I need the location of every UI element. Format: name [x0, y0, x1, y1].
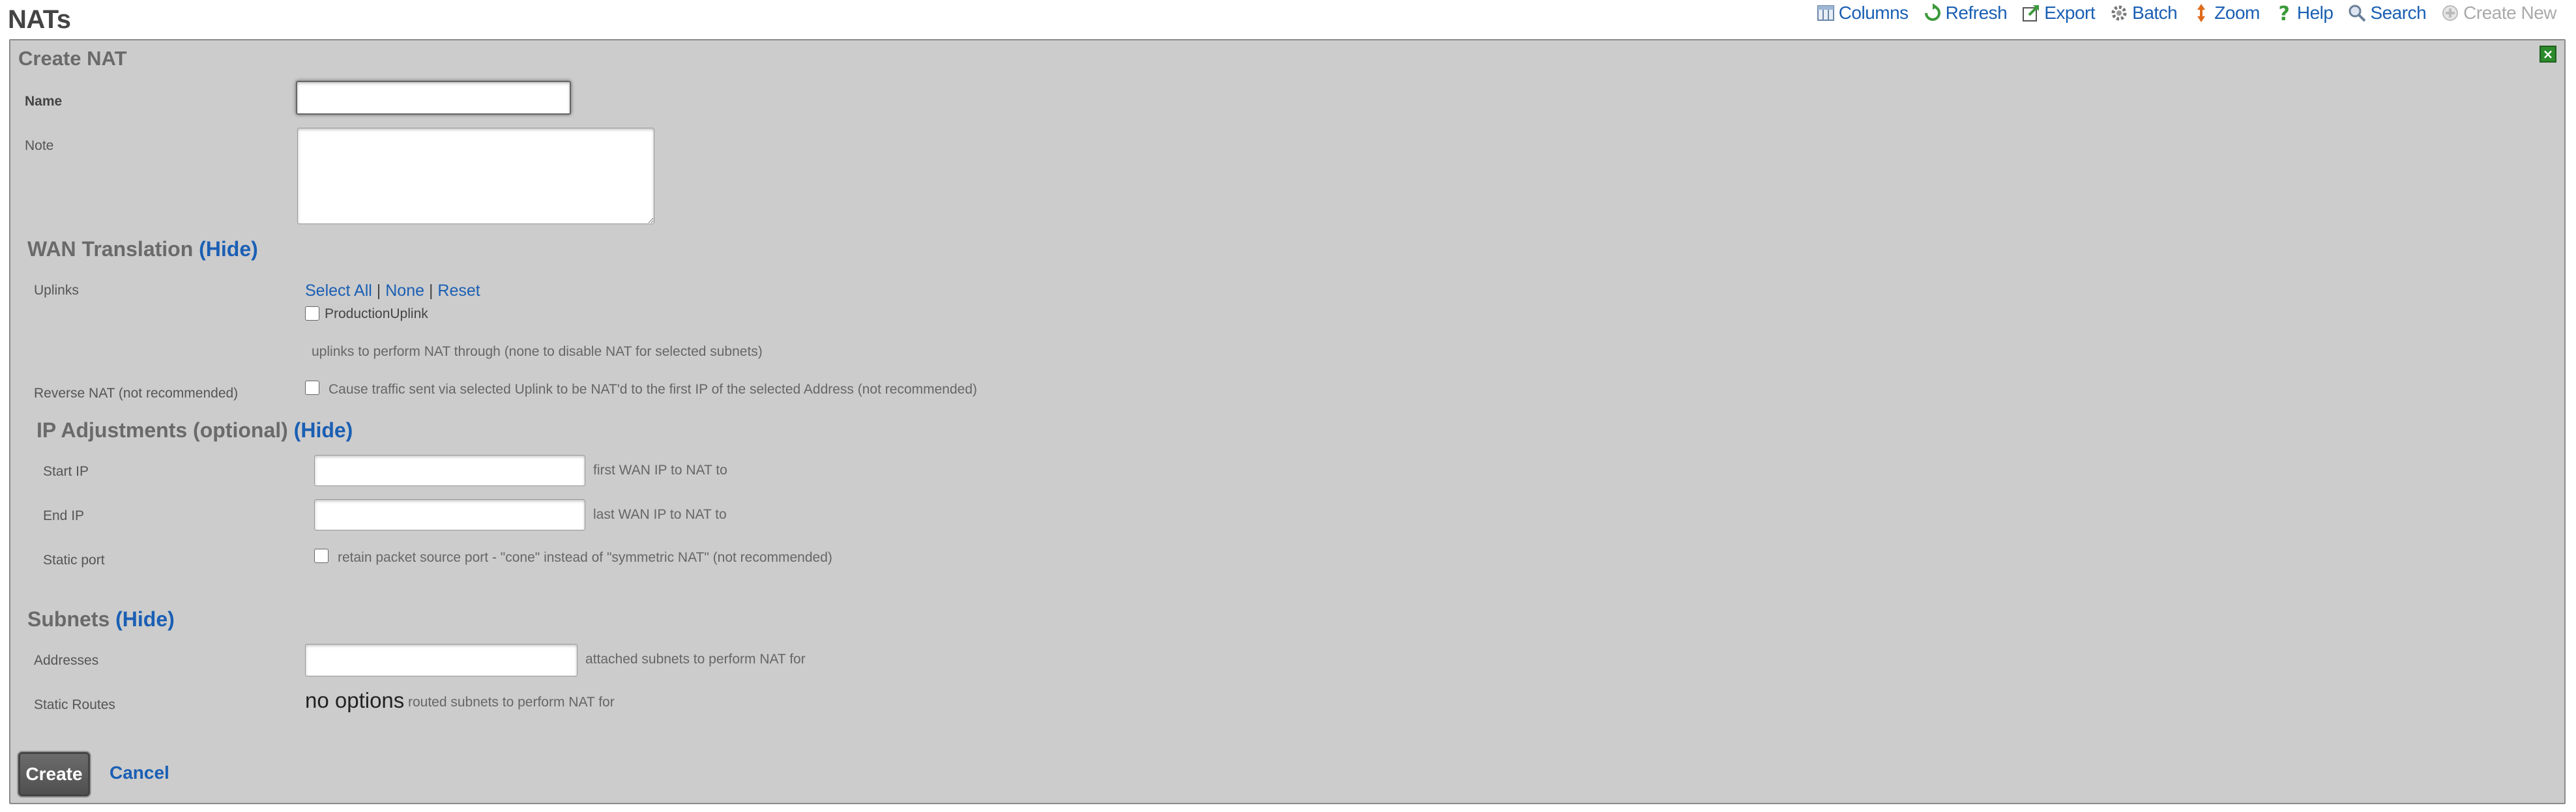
cancel-link[interactable]: Cancel — [110, 762, 169, 783]
name-input[interactable] — [296, 81, 571, 115]
uplinks-selection-links: Select All | None | Reset — [305, 282, 480, 300]
static-routes-label: Static Routes — [34, 697, 115, 712]
export-label: Export — [2044, 3, 2096, 23]
create-nat-panel: Create NAT × Name Note WAN Translation (… — [9, 39, 2566, 804]
batch-label: Batch — [2132, 3, 2178, 23]
subnets-title: Subnets — [27, 607, 110, 631]
zoom-label: Zoom — [2214, 3, 2260, 23]
columns-label: Columns — [1838, 3, 1909, 23]
wan-translation-title: WAN Translation — [27, 237, 194, 261]
static-routes-value: no options — [305, 688, 405, 712]
create-new-button[interactable]: Create New — [2440, 3, 2556, 23]
reverse-nat-label: Reverse NAT (not recommended) — [34, 386, 239, 401]
static-routes-hint: routed subnets to perform NAT for — [408, 695, 615, 710]
refresh-icon — [1924, 3, 1940, 21]
svg-text:?: ? — [2278, 3, 2289, 23]
static-port-hint: retain packet source port - "cone" inste… — [338, 550, 832, 565]
refresh-button[interactable]: Refresh — [1923, 3, 2008, 23]
ip-hide-link[interactable]: (Hide) — [294, 418, 353, 442]
panel-title: Create NAT — [18, 47, 127, 70]
help-icon: ? — [2278, 3, 2289, 23]
search-button[interactable]: Search — [2347, 3, 2427, 23]
ip-adjustments-title: IP Adjustments (optional) — [37, 418, 288, 442]
reset-link[interactable]: Reset — [437, 282, 480, 300]
create-button-label: Create — [25, 764, 83, 784]
wan-hide-link[interactable]: (Hide) — [199, 237, 258, 261]
addresses-input[interactable] — [305, 644, 578, 676]
columns-button[interactable]: Columns — [1816, 3, 1909, 23]
zoom-icon — [2197, 4, 2206, 22]
static-port-label: Static port — [43, 553, 105, 568]
static-port-checkbox[interactable] — [314, 549, 329, 563]
uplinks-hint: uplinks to perform NAT through (none to … — [312, 344, 763, 359]
help-label: Help — [2296, 3, 2334, 23]
subnets-heading: Subnets (Hide) — [27, 607, 175, 631]
uplinks-label: Uplinks — [34, 283, 79, 298]
toolbar: Columns Refresh Export Batch Zoom ? Help… — [1816, 3, 2556, 23]
select-none-link[interactable]: None — [385, 282, 424, 300]
note-label: Note — [25, 138, 54, 153]
search-label: Search — [2370, 3, 2427, 23]
production-uplink-checkbox[interactable] — [305, 306, 319, 321]
start-ip-hint: first WAN IP to NAT to — [593, 463, 727, 478]
reverse-nat-hint: Cause traffic sent via selected Uplink t… — [329, 382, 978, 397]
reverse-nat-checkbox[interactable] — [305, 381, 319, 395]
export-icon — [2023, 5, 2040, 22]
start-ip-label: Start IP — [43, 464, 89, 479]
end-ip-input[interactable] — [314, 499, 585, 530]
page-title: NATs — [8, 5, 71, 34]
addresses-label: Addresses — [34, 653, 99, 668]
link-separator: | — [376, 282, 381, 300]
addresses-hint: attached subnets to perform NAT for — [585, 652, 806, 667]
create-new-label: Create New — [2463, 3, 2556, 23]
batch-icon — [2111, 5, 2127, 21]
link-separator: | — [428, 282, 433, 300]
start-ip-input[interactable] — [314, 455, 585, 486]
close-icon: × — [2542, 46, 2554, 62]
add-icon — [2442, 5, 2459, 21]
create-button[interactable]: Create — [18, 752, 90, 796]
refresh-label: Refresh — [1945, 3, 2008, 23]
end-ip-hint: last WAN IP to NAT to — [593, 507, 727, 522]
select-all-link[interactable]: Select All — [305, 282, 372, 300]
help-button[interactable]: ? Help — [2274, 3, 2334, 23]
batch-button[interactable]: Batch — [2109, 3, 2178, 23]
production-uplink-label: ProductionUplink — [325, 306, 428, 321]
columns-icon — [1817, 5, 1834, 21]
note-textarea[interactable] — [297, 128, 654, 224]
export-button[interactable]: Export — [2021, 3, 2096, 23]
name-label: Name — [25, 94, 63, 109]
subnets-hide-link[interactable]: (Hide) — [115, 607, 175, 631]
close-button[interactable]: × — [2539, 46, 2556, 63]
end-ip-label: End IP — [43, 508, 85, 523]
wan-translation-heading: WAN Translation (Hide) — [27, 237, 258, 261]
search-icon — [2349, 5, 2366, 22]
ip-adjustments-heading: IP Adjustments (optional) (Hide) — [37, 418, 353, 442]
zoom-button[interactable]: Zoom — [2191, 3, 2260, 23]
